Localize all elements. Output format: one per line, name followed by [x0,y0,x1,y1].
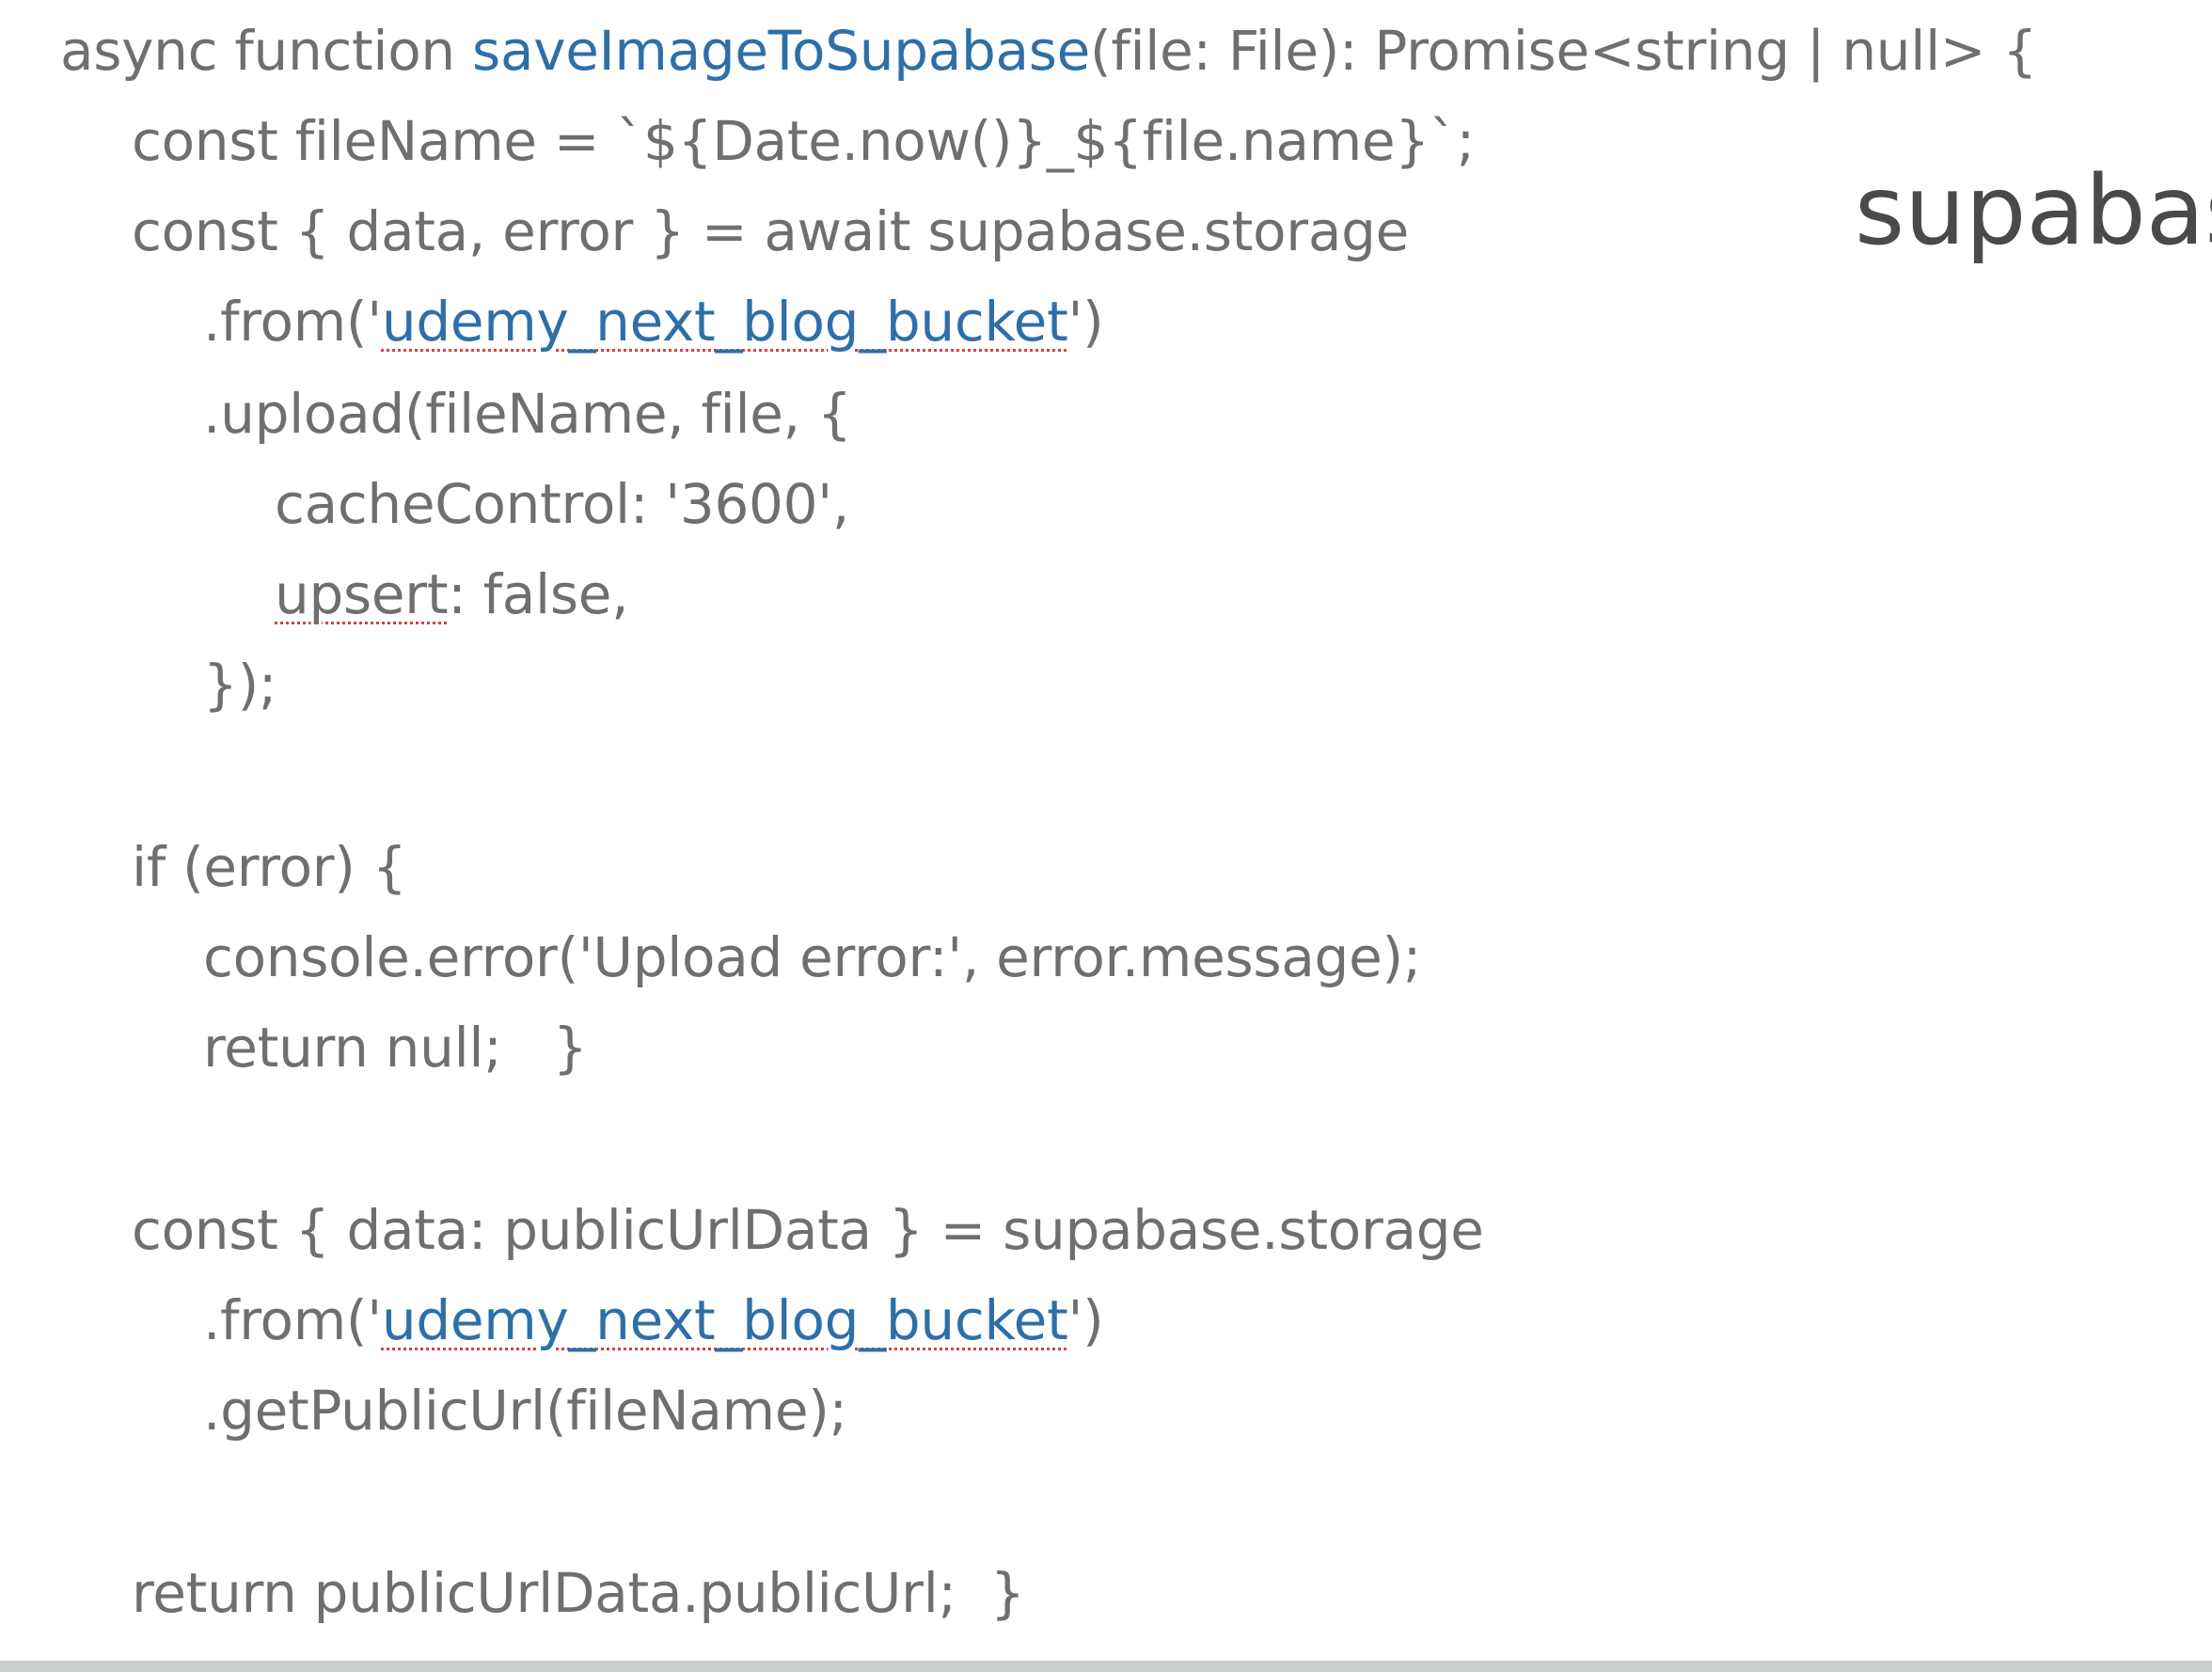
bottom-divider [0,1661,2212,1672]
code-line: const { data: publicUrlData } = supabase… [132,1185,1484,1275]
code-token: (file: File): Promise<string | null> { [1090,19,2037,83]
code-token: const { data, error } = await supabase.s… [132,199,1409,263]
code-token: if (error) { [132,835,407,899]
function-name: saveImageToSupabase [472,19,1091,83]
code-token: .from(' [203,290,382,354]
code-line: const fileName = `${Date.now()}_${file.n… [132,96,1475,186]
code-token: ') [1067,290,1104,354]
code-line: .upload(fileName, file, { [203,369,852,459]
code-line: .from('udemy_next_blog_bucket') [203,1275,1104,1365]
code-token: cacheControl: '3600', [275,472,850,536]
code-line: cacheControl: '3600', [275,459,849,549]
code-token: return publicUrlData.publicUrl; } [132,1561,1025,1625]
code-line: return publicUrlData.publicUrl; } [132,1548,1025,1638]
code-token: ') [1067,1288,1104,1352]
code-token: : false, [448,562,629,626]
code-line: console.error('Upload error:', error.mes… [203,912,1421,1002]
code-token: console.error('Upload error:', error.mes… [203,925,1422,989]
code-line: return null; } [203,1002,588,1093]
bucket-name: udemy_next_blog_bucket [381,1288,1068,1352]
code-token: .getPublicUrl(fileName); [203,1379,847,1443]
code-line: async function saveImageToSupabase(file:… [60,6,2037,96]
bucket-name: udemy_next_blog_bucket [381,290,1068,354]
side-title: supabase [1855,155,2212,267]
code-token: .upload(fileName, file, { [203,382,852,446]
code-line: upsert: false, [275,549,629,639]
code-token: const { data: publicUrlData } = supabase… [132,1198,1484,1262]
code-token: const fileName = `${Date.now()}_${file.n… [132,109,1475,173]
code-token: .from(' [203,1288,382,1352]
code-token: async function [60,19,473,83]
code-line: }); [203,639,276,730]
code-token: }); [203,653,277,717]
code-line: if (error) { [132,822,407,912]
code-line: .getPublicUrl(fileName); [203,1365,847,1456]
code-line: const { data, error } = await supabase.s… [132,186,1409,276]
code-line: .from('udemy_next_blog_bucket') [203,276,1104,367]
code-token: return null; } [203,1016,588,1080]
spellcheck-word: upsert [275,562,449,626]
